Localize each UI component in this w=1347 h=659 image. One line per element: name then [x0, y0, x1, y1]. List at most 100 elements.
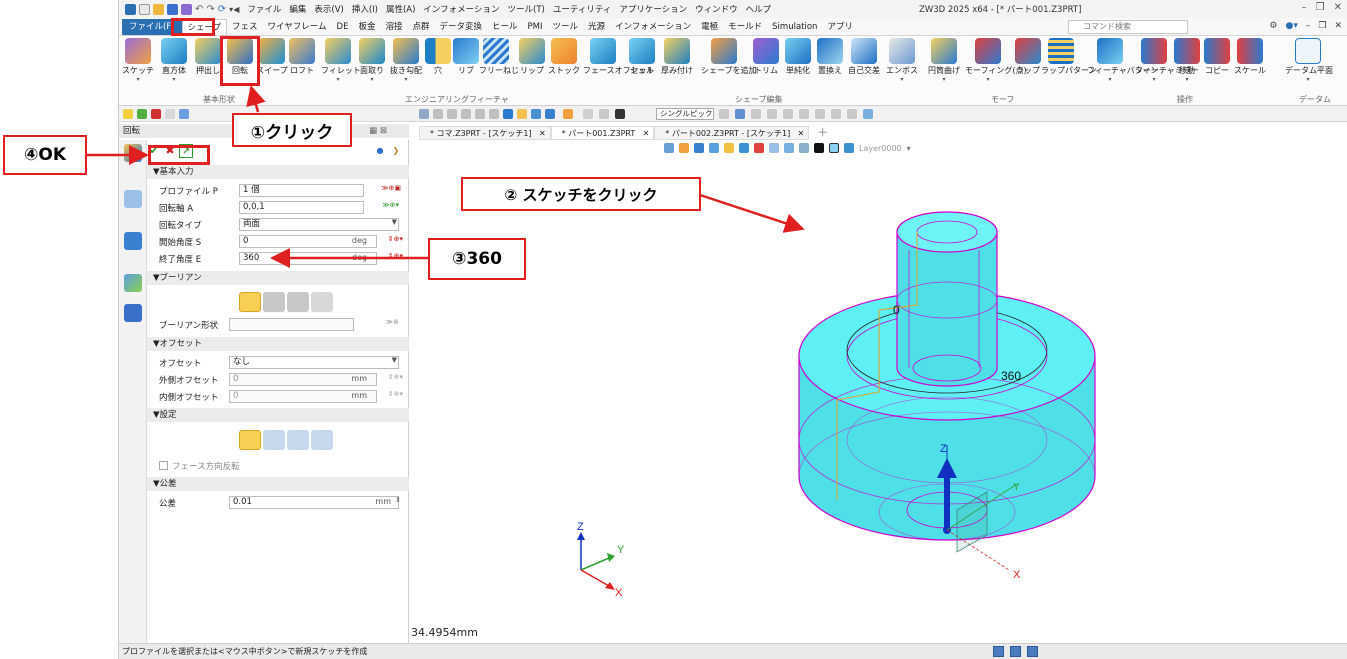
thicken-button[interactable]: 厚み付け — [657, 38, 697, 76]
boolean-add-icon[interactable] — [263, 292, 285, 312]
tab-tools[interactable]: ツール — [548, 19, 584, 35]
face-offset-button[interactable]: フェースオフセット — [583, 38, 655, 76]
sweep-button[interactable]: スイープ — [255, 38, 289, 76]
close-tab-icon[interactable]: ✕ — [539, 127, 546, 141]
free-thread-button[interactable]: フリーねじ — [479, 38, 519, 76]
layer-icon[interactable] — [517, 109, 527, 119]
new-file-icon[interactable] — [139, 3, 150, 15]
open-file-icon[interactable] — [153, 3, 164, 15]
ribbon-minimize-icon[interactable]: – — [1306, 21, 1311, 31]
align-icon[interactable] — [461, 109, 471, 119]
save-icon[interactable] — [167, 3, 178, 15]
tab-dataconvert[interactable]: データ変換 — [435, 19, 488, 35]
tab-wireframe[interactable]: ワイヤフレーム — [263, 19, 332, 35]
remove-icon[interactable] — [151, 109, 161, 119]
end-angle-spinner-icon[interactable]: ⇕⊕▾ — [388, 252, 403, 260]
close-tab-icon[interactable]: ✕ — [798, 127, 805, 141]
tab-light[interactable]: 光源 — [583, 19, 610, 35]
measure-icon[interactable] — [563, 109, 573, 119]
pick-line-icon[interactable] — [767, 109, 777, 119]
boolean-intersect-icon[interactable] — [311, 292, 333, 312]
panel-close-icon[interactable]: ⊠ — [380, 126, 387, 136]
menu-application[interactable]: アプリケーション — [619, 3, 687, 15]
add-shape-button[interactable]: シェープを追加 — [701, 38, 757, 76]
view-manager-icon[interactable] — [124, 274, 142, 292]
boss-cylinder-top[interactable] — [896, 211, 998, 253]
help-tip-icon[interactable]: ❯ — [389, 144, 403, 158]
menu-information[interactable]: インフォメーション — [423, 3, 499, 15]
tab-pmi[interactable]: PMI — [523, 19, 548, 35]
menu-insert[interactable]: 挿入(I) — [352, 3, 378, 15]
shell-button[interactable]: シェル — [625, 38, 659, 76]
setting-option-1-icon[interactable] — [239, 430, 261, 450]
setting-option-3-icon[interactable] — [287, 430, 309, 450]
menu-help[interactable]: ヘルプ — [746, 3, 772, 15]
assembly-icon[interactable] — [545, 109, 555, 119]
part-icon[interactable] — [531, 109, 541, 119]
move-button[interactable]: 移動 ▾ — [1173, 38, 1201, 83]
section-settings[interactable]: ▼設定 — [147, 408, 409, 422]
marker-icon[interactable] — [503, 109, 513, 119]
wrap-pattern-button[interactable]: ラップパターン — [1041, 38, 1097, 76]
datum-plane-button[interactable]: データム平面 ▾ — [1285, 38, 1333, 83]
axis-field[interactable]: 0,0,1 — [239, 201, 364, 214]
pick-filter-icon[interactable] — [735, 109, 745, 119]
box-button[interactable]: 直方体 ▾ — [157, 38, 191, 83]
revolve-type-select[interactable]: 両面 — [239, 218, 399, 231]
status-layout-icon[interactable] — [1027, 646, 1038, 657]
menu-tools[interactable]: ツール(T) — [508, 3, 545, 15]
tab-de[interactable]: DE — [332, 19, 354, 35]
view-icon[interactable] — [419, 109, 429, 119]
settings-gear-icon[interactable]: ⚙ — [1269, 21, 1277, 31]
doc-tab-koma[interactable]: * コマ.Z3PRT - [スケッチ1] ✕ — [419, 126, 551, 140]
setting-option-2-icon[interactable] — [263, 430, 285, 450]
regen-icon[interactable]: ⟳ — [218, 4, 226, 15]
emboss-button[interactable]: エンボス ▾ — [885, 38, 919, 83]
history-tree-icon[interactable] — [124, 190, 142, 208]
doc-tab-part001[interactable]: * パート001.Z3PRT ✕ — [550, 126, 655, 140]
menu-file[interactable]: ファイル — [247, 3, 281, 15]
tab-information[interactable]: インフォメーション — [610, 19, 696, 35]
wrap-button[interactable]: ラップ — [1011, 38, 1045, 76]
menu-edit[interactable]: 編集 — [289, 3, 306, 15]
customize-qa-icon[interactable]: ▾◀ — [229, 5, 239, 14]
snap-icon[interactable] — [447, 109, 457, 119]
rib-button[interactable]: リブ — [449, 38, 483, 76]
tab-weld[interactable]: 溶接 — [380, 19, 407, 35]
boolean-shape-field[interactable] — [229, 318, 354, 331]
tab-heal[interactable]: ヒール — [487, 19, 523, 35]
pick-body-icon[interactable] — [863, 109, 873, 119]
tab-surface[interactable]: フェス — [227, 19, 263, 35]
panel-grid-icon[interactable]: ▦ — [369, 126, 377, 136]
undo-icon[interactable]: ↶ — [195, 4, 203, 15]
pick-mode-select[interactable]: シングルピック — [656, 108, 714, 120]
feature-pattern-button[interactable]: フィーチャパターン ▾ — [1087, 38, 1158, 83]
add-icon[interactable] — [137, 109, 147, 119]
cylinder-bend-button[interactable]: 円筒曲げ ▾ — [925, 38, 963, 83]
menu-window[interactable]: ウィンドウ — [695, 3, 738, 15]
redo-icon[interactable]: ↷ — [206, 4, 214, 15]
tab-simulation[interactable]: Simulation — [767, 19, 822, 35]
scale-button[interactable]: スケール — [1233, 38, 1267, 76]
print-icon[interactable] — [181, 3, 192, 15]
boolean-shape-options-icon[interactable]: ≫⊕ — [386, 318, 399, 326]
3d-viewport[interactable]: Layer0000 ▾ Z X Y 0 360 Z Y X 34.4954mm — [409, 140, 1347, 645]
self-intersect-button[interactable]: 自己交差 — [845, 38, 883, 76]
axis-icon[interactable] — [489, 109, 499, 119]
face-flip-checkbox[interactable]: フェース方向反転 — [159, 460, 240, 472]
pick-spline-icon[interactable] — [831, 109, 841, 119]
axis-options-icon[interactable]: ≫⊕▾ — [382, 201, 399, 209]
ribbon-close-icon[interactable]: ✕ — [1334, 21, 1342, 31]
loft-button[interactable]: ロフト — [285, 38, 319, 76]
trim-button[interactable]: トリム — [749, 38, 783, 76]
revolve-panel-icon[interactable] — [124, 144, 142, 162]
chevron-down-icon[interactable]: ▼ — [392, 218, 397, 226]
clock-icon[interactable] — [583, 109, 593, 119]
lip-button[interactable]: リップ — [515, 38, 549, 76]
bracket-icon[interactable] — [599, 109, 609, 119]
menu-attribute[interactable]: 属性(A) — [386, 3, 415, 15]
new-tab-icon[interactable]: ＋ — [817, 126, 828, 140]
pin-icon[interactable]: ● — [373, 144, 387, 158]
command-search-input[interactable]: コマンド検索 — [1068, 20, 1188, 34]
pick-circle-icon[interactable] — [799, 109, 809, 119]
